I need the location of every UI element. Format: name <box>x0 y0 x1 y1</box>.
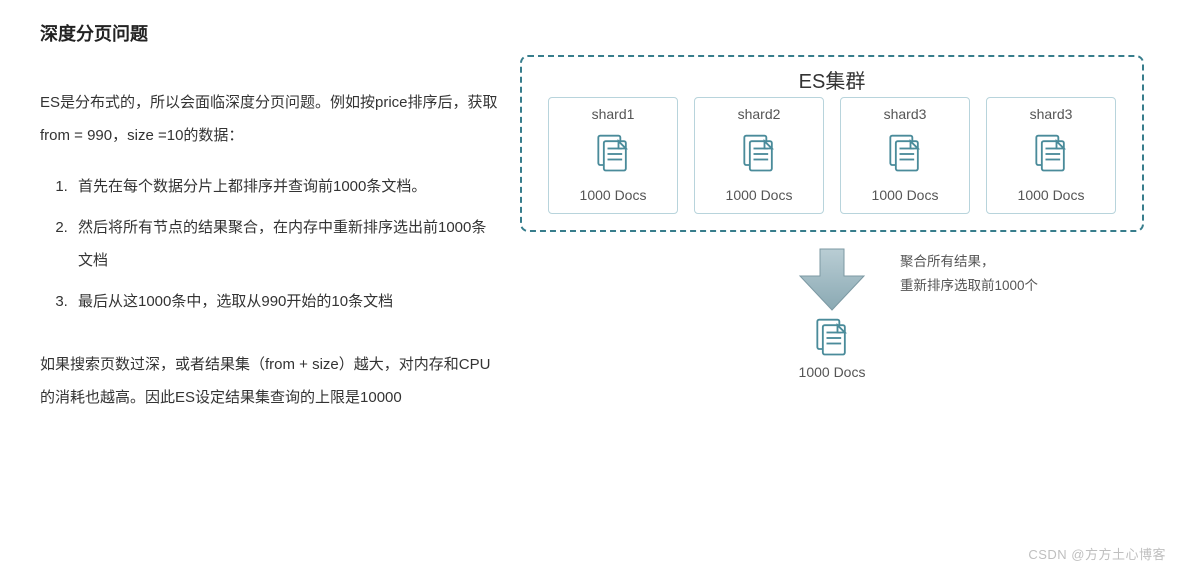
result-doc-count: 1000 Docs <box>520 364 1144 380</box>
shard-name: shard3 <box>991 106 1111 122</box>
note-text: 如果搜索页数过深，或者结果集（from + size）越大，对内存和CPU的消耗… <box>40 348 500 414</box>
documents-icon <box>591 132 635 176</box>
shard-name: shard3 <box>845 106 965 122</box>
arrow-label: 聚合所有结果， 重新排序选取前1000个 <box>900 250 1038 299</box>
result-box: 1000 Docs <box>520 316 1144 380</box>
step-item: 最后从这1000条中，选取从990开始的10条文档 <box>72 285 500 318</box>
documents-icon <box>883 132 927 176</box>
doc-count: 1000 Docs <box>845 187 965 203</box>
steps-list: 首先在每个数据分片上都排序并查询前1000条文档。 然后将所有节点的结果聚合，在… <box>40 170 500 318</box>
arrow-label-line: 聚合所有结果， <box>900 250 1038 274</box>
documents-icon <box>737 132 781 176</box>
shard-card: shard3 1000 Docs <box>986 97 1116 214</box>
cluster-title: ES集群 <box>522 65 1142 94</box>
step-item: 首先在每个数据分片上都排序并查询前1000条文档。 <box>72 170 500 203</box>
cluster-box: ES集群 shard1 1000 Docs shard2 <box>520 55 1144 232</box>
arrow-down-icon <box>792 244 872 314</box>
shard-card: shard1 1000 Docs <box>548 97 678 214</box>
documents-icon <box>810 316 854 360</box>
shard-name: shard1 <box>553 106 673 122</box>
doc-count: 1000 Docs <box>991 187 1111 203</box>
intro-text: ES是分布式的，所以会面临深度分页问题。例如按price排序后，获取from =… <box>40 86 500 152</box>
documents-icon <box>1029 132 1073 176</box>
page-title: 深度分页问题 <box>40 20 500 46</box>
doc-count: 1000 Docs <box>553 187 673 203</box>
doc-count: 1000 Docs <box>699 187 819 203</box>
step-item: 然后将所有节点的结果聚合，在内存中重新排序选出前1000条文档 <box>72 211 500 277</box>
arrow-label-line: 重新排序选取前1000个 <box>900 274 1038 298</box>
watermark: CSDN @方方土心博客 <box>1028 544 1166 563</box>
shard-name: shard2 <box>699 106 819 122</box>
shard-card: shard3 1000 Docs <box>840 97 970 214</box>
shard-card: shard2 1000 Docs <box>694 97 824 214</box>
